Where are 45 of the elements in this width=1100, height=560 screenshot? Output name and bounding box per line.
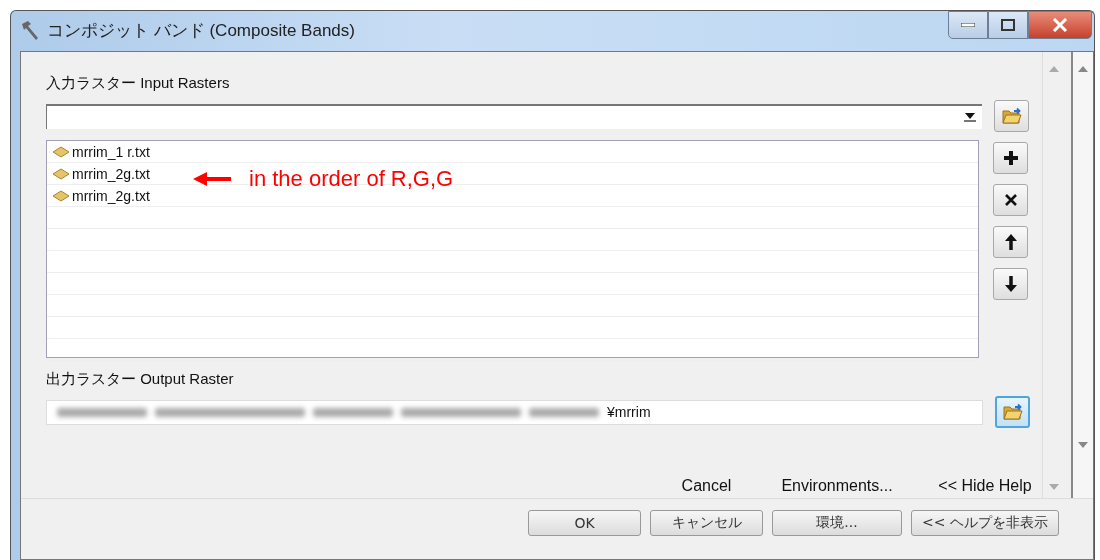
- folder-icon: [1001, 107, 1022, 125]
- minimize-icon: [961, 23, 975, 27]
- browse-button[interactable]: [994, 100, 1029, 132]
- remove-button[interactable]: [993, 184, 1028, 216]
- down-arrow-icon: [1004, 276, 1017, 292]
- scroll-down-icon: [1048, 484, 1059, 490]
- maximize-button[interactable]: [988, 11, 1028, 39]
- raster-name: mrrim_1 r.txt: [72, 143, 150, 160]
- field-label: 出力ラスター Output Raster: [46, 370, 235, 389]
- minimize-button[interactable]: [948, 11, 988, 39]
- folder-icon: [1002, 403, 1023, 421]
- output-field[interactable]: ¥mrrim: [46, 399, 983, 425]
- caption-text: Environments...: [781, 477, 893, 496]
- dropdown-arrow-icon: [964, 112, 976, 122]
- browse-button[interactable]: [995, 396, 1030, 428]
- move-up-button[interactable]: [993, 226, 1028, 258]
- hammer-icon: [19, 19, 41, 41]
- plus-icon: [1002, 150, 1019, 166]
- close-icon: [1004, 194, 1017, 206]
- raster-icon: [52, 189, 70, 202]
- raster-name: mrrim_2g.txt: [72, 165, 150, 182]
- dialog-button[interactable]: 環境...: [772, 510, 902, 536]
- raster-icon: [52, 167, 70, 180]
- annotation-text: in the order of R,G,G: [249, 166, 454, 192]
- dialog-button[interactable]: << ヘルプを非表示: [911, 510, 1059, 536]
- caption-text: Cancel: [681, 477, 732, 496]
- dialog-button[interactable]: キャンセル: [650, 510, 763, 536]
- arrow-icon: [193, 171, 231, 187]
- raster-dropdown[interactable]: [46, 103, 982, 129]
- close-icon: [1052, 18, 1068, 32]
- caption-text: << Hide Help: [938, 477, 1032, 496]
- add-button[interactable]: [993, 142, 1028, 174]
- scroll-up-icon: [1078, 66, 1088, 72]
- dialog-button[interactable]: OK: [528, 510, 641, 536]
- window-title: コンポジット バンド (Composite Bands): [47, 19, 355, 42]
- up-arrow-icon: [1004, 234, 1017, 250]
- raster-icon: [52, 145, 70, 158]
- scroll-up-icon: [1048, 66, 1059, 72]
- close-button[interactable]: [1028, 11, 1092, 39]
- field-label: 入力ラスター Input Rasters: [46, 74, 231, 93]
- maximize-icon: [1001, 19, 1015, 31]
- scrollbar[interactable]: [1071, 52, 1093, 498]
- move-down-button[interactable]: [993, 268, 1028, 300]
- raster-name: mrrim_2g.txt: [72, 187, 150, 204]
- scroll-down-icon: [1078, 442, 1088, 448]
